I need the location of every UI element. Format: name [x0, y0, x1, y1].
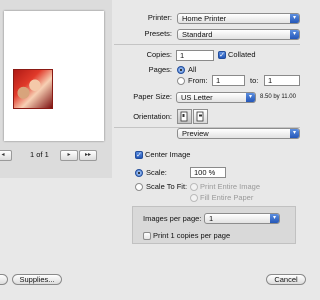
pages-range-radio[interactable] — [177, 77, 185, 85]
scale-to-fit-radio[interactable] — [135, 183, 143, 191]
center-image-checkbox[interactable]: ✓ — [135, 151, 143, 159]
next-icon: ▸ — [67, 152, 71, 158]
pages-from-input[interactable]: 1 — [212, 75, 245, 86]
scale-input[interactable]: 100 % — [190, 167, 226, 178]
collated-label: Collated — [228, 50, 256, 59]
pages-all-radio[interactable] — [177, 66, 185, 74]
presets-label: Presets: — [144, 29, 172, 38]
images-per-page-value: 1 — [209, 214, 214, 223]
paper-size-label: Paper Size: — [133, 92, 172, 101]
pages-all-label: All — [188, 65, 197, 74]
chevron-down-icon: ▾ — [290, 14, 299, 23]
prev-icon: ◂ — [1, 152, 5, 158]
paper-size-value: US Letter — [181, 93, 213, 102]
pages-to-input[interactable]: 1 — [264, 75, 300, 86]
collated-checkbox[interactable]: ✓ — [218, 51, 226, 59]
last-icon: ▸▸ — [84, 152, 92, 158]
paper-size-select[interactable]: US Letter ▾ — [176, 92, 256, 103]
scale-label: Scale: — [146, 168, 167, 177]
chevron-down-icon: ▾ — [270, 214, 279, 223]
previous-page-button[interactable]: ◂ — [0, 150, 12, 161]
cancel-button[interactable]: Cancel — [266, 274, 306, 285]
scale-radio[interactable] — [135, 169, 143, 177]
fill-entire-paper-label: Fill Entire Paper — [200, 193, 254, 202]
printer-value: Home Printer — [182, 14, 227, 23]
chevron-down-icon: ▾ — [246, 93, 255, 102]
print-entire-image-label: Print Entire Image — [200, 182, 261, 191]
copies-label: Copies: — [146, 50, 172, 59]
portrait-icon — [180, 111, 188, 122]
page-navigation: ◂ 1 of 1 ▸ ▸▸ — [0, 150, 112, 161]
fill-entire-paper-radio[interactable] — [190, 194, 198, 202]
presets-select[interactable]: Standard ▾ — [177, 29, 300, 40]
chevron-down-icon: ▾ — [290, 129, 299, 138]
printer-label: Printer: — [147, 13, 172, 22]
printer-select[interactable]: Home Printer ▾ — [177, 13, 300, 24]
supplies-button[interactable]: Supplies... — [12, 274, 62, 285]
presets-value: Standard — [182, 30, 213, 39]
page-indicator: 1 of 1 — [30, 150, 49, 159]
help-button[interactable] — [0, 274, 8, 285]
scale-to-fit-label: Scale To Fit: — [146, 182, 188, 191]
pages-from-label: From: — [188, 76, 208, 85]
images-per-page-label: Images per page: — [143, 214, 202, 223]
pages-to-label: to: — [250, 76, 259, 85]
orientation-label: Orientation: — [133, 112, 172, 121]
landscape-icon — [196, 111, 204, 122]
print-copies-checkbox[interactable] — [143, 232, 151, 240]
divider — [114, 44, 300, 45]
print-copies-label: Print 1 copies per page — [153, 231, 231, 240]
center-image-label: Center Image — [145, 150, 191, 159]
preview-photo — [13, 69, 53, 109]
chevron-down-icon: ▾ — [290, 30, 299, 39]
copies-input[interactable]: 1 — [176, 50, 214, 61]
last-page-button[interactable]: ▸▸ — [79, 150, 97, 161]
images-per-page-select[interactable]: 1 ▾ — [204, 213, 280, 224]
paper-dimensions: 8.50 by 11.00 — [260, 94, 296, 100]
landscape-orientation-button[interactable] — [193, 109, 208, 124]
section-value: Preview — [182, 129, 209, 138]
print-entire-image-radio[interactable] — [190, 183, 198, 191]
pages-label: Pages: — [148, 65, 172, 74]
section-select[interactable]: Preview ▾ — [177, 128, 300, 139]
next-page-button[interactable]: ▸ — [60, 150, 78, 161]
portrait-orientation-button[interactable] — [177, 109, 192, 124]
